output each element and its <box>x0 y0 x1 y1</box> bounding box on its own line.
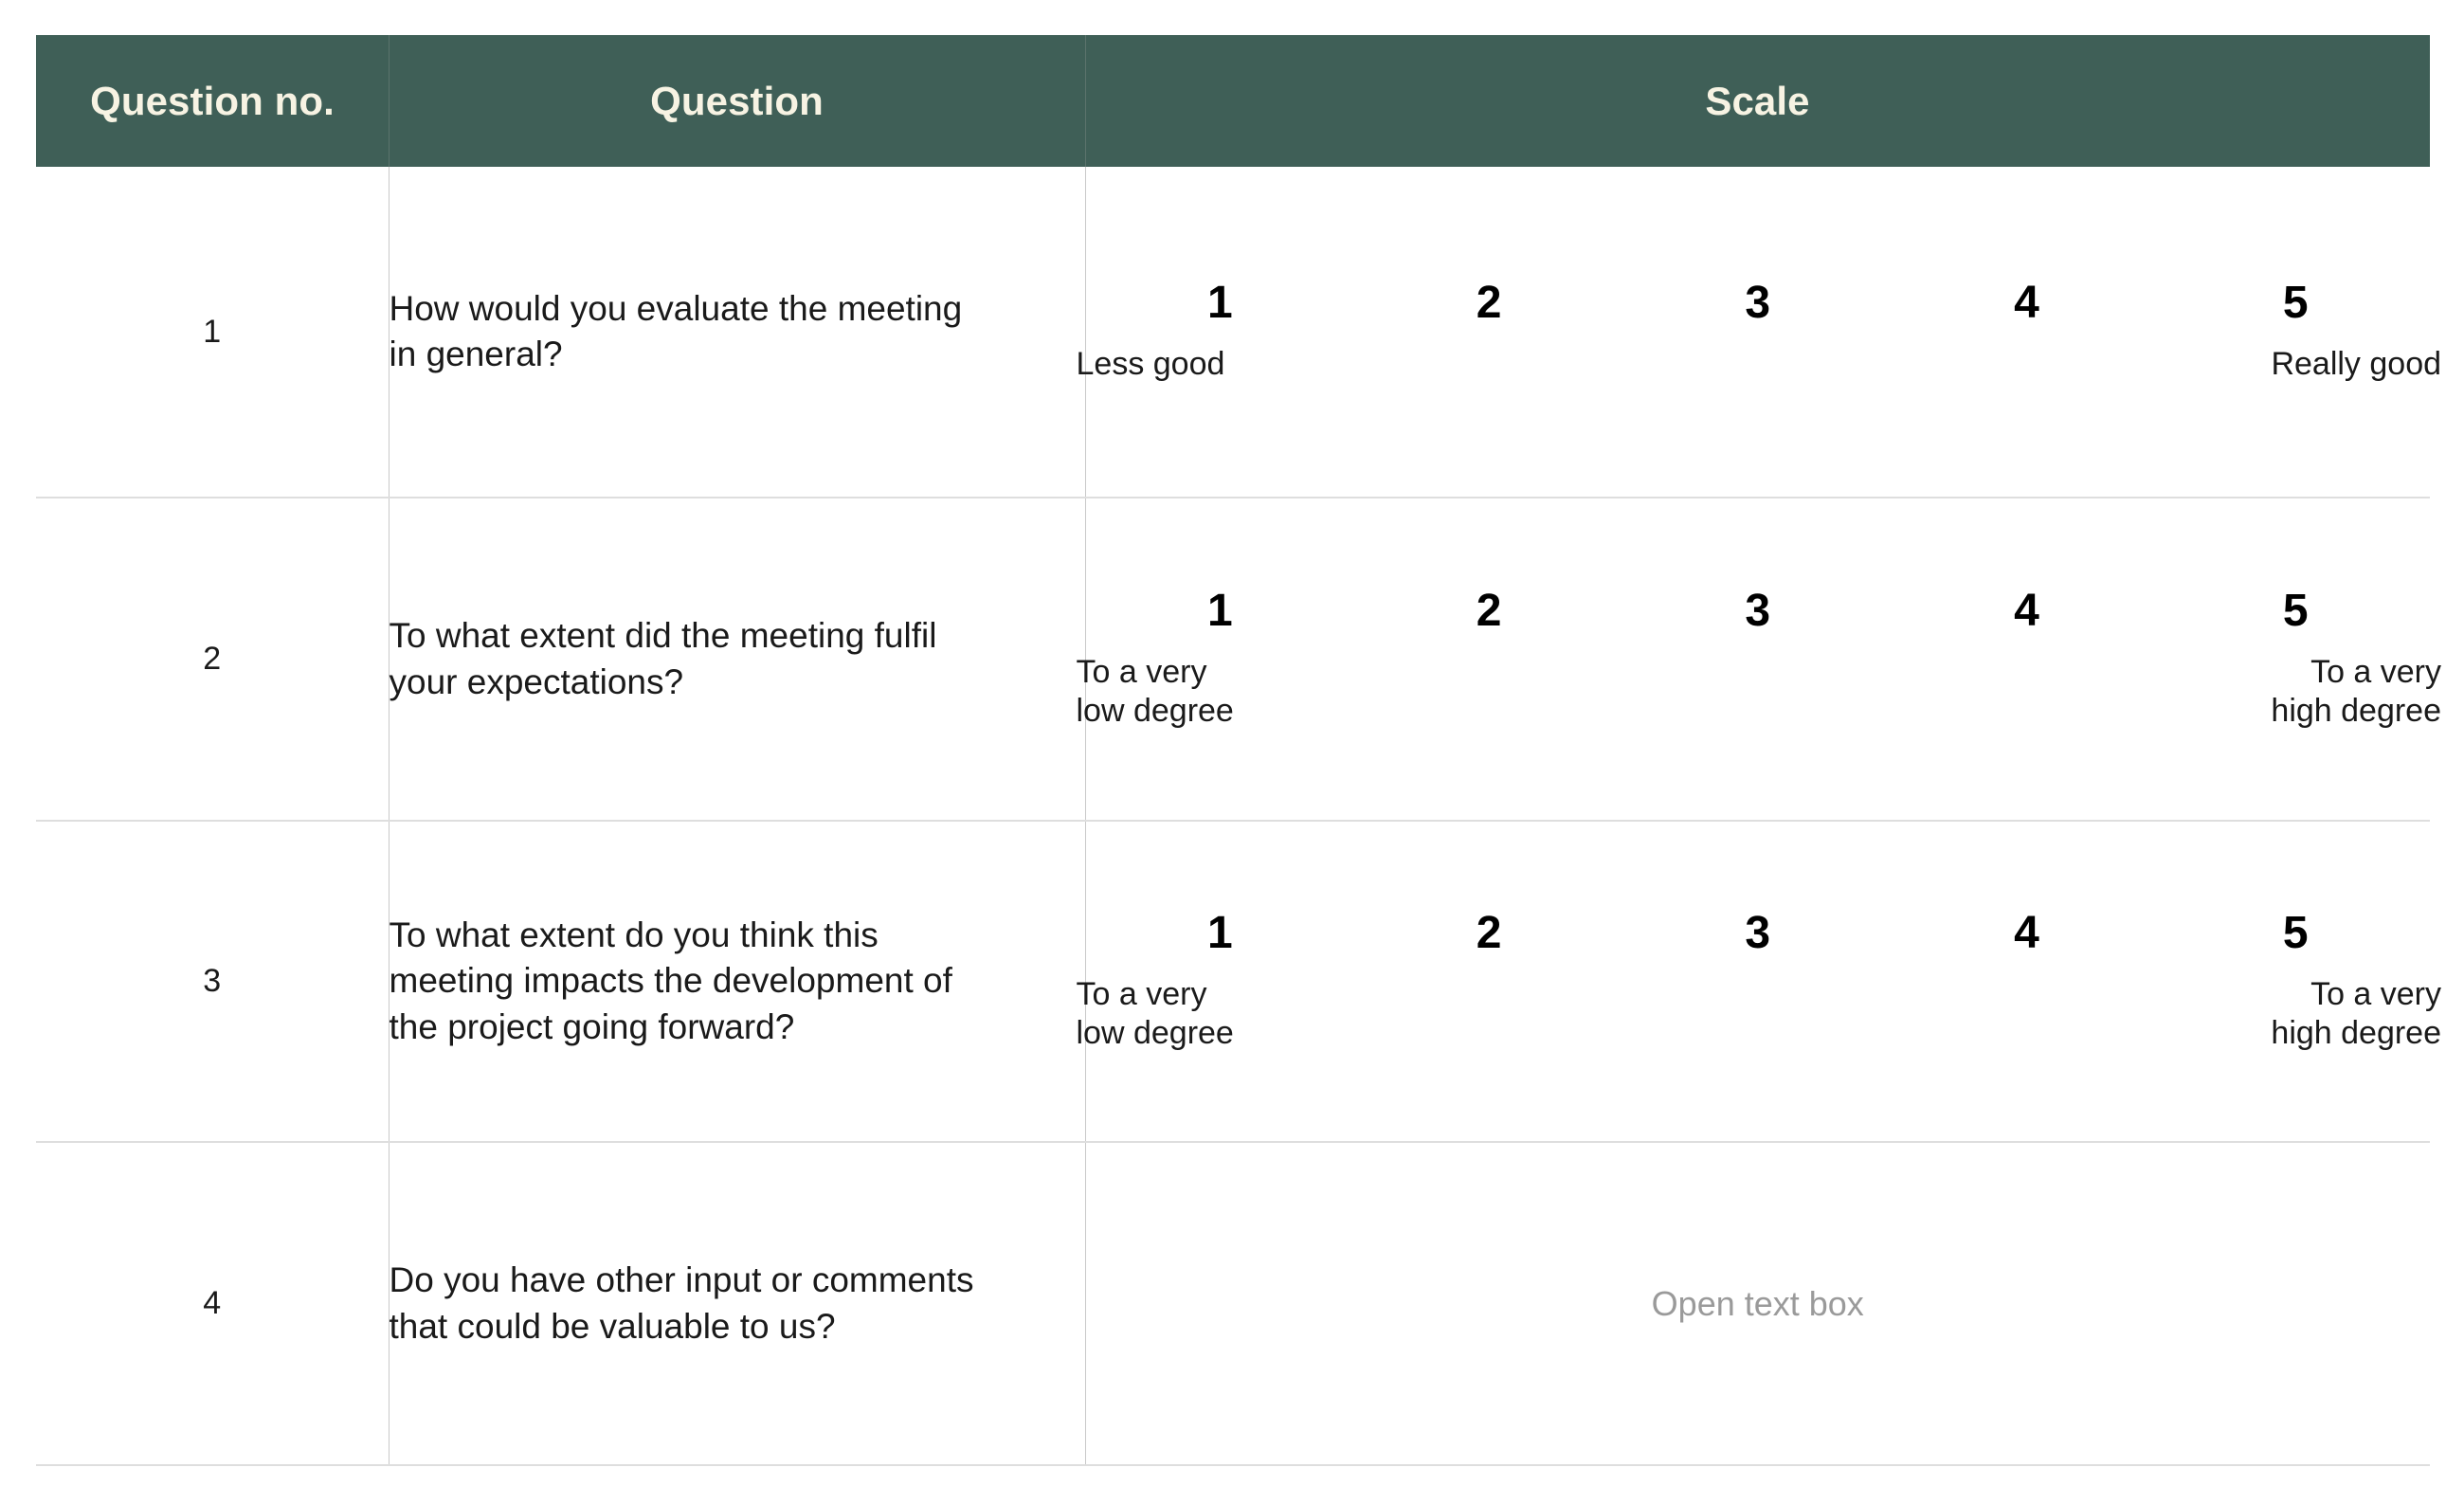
scale-anchor-high: To a very high degree <box>2161 653 2441 729</box>
table-row: 2 To what extent did the meeting fulfil yo… <box>36 498 2442 822</box>
question-text-line: the project going forward? <box>389 1006 795 1046</box>
table-row: 3 To what extent do you think this meeting… <box>36 821 2442 1143</box>
header-divider-question <box>1085 35 1086 167</box>
likert-scale: 1 Less good 2 3 4 5 Really good <box>1077 280 2442 383</box>
scale-option-number[interactable]: 4 <box>1893 280 2162 326</box>
question-number-cell: 2 <box>36 498 390 822</box>
scale-anchor-line: high degree <box>2271 1014 2442 1051</box>
table-row: 1 How would you evaluate the meeting in ge… <box>36 167 2442 498</box>
scale-anchor-line: To a very <box>2310 976 2442 1013</box>
scale-option-1[interactable]: 1 To a very low degree <box>1077 911 1355 1051</box>
scale-anchor-line: Really good <box>2271 345 2442 382</box>
scale-option-1[interactable]: 1 Less good <box>1077 280 1355 383</box>
scale-option-number[interactable]: 5 <box>2161 589 2430 634</box>
scale-anchor-line: To a very <box>1076 976 1207 1013</box>
question-number-cell: 4 <box>36 1142 390 1466</box>
scale-anchor-low: To a very low degree <box>1077 975 1355 1051</box>
scale-wrapper: 1 Less good 2 3 4 5 Really good <box>1077 167 2442 497</box>
scale-option-number[interactable]: 4 <box>1893 911 2162 956</box>
survey-table-page: Question no. Question Scale 1 How would y… <box>0 0 2464 1504</box>
scale-option-number[interactable]: 2 <box>1354 589 1623 634</box>
scale-anchor-line: low degree <box>1076 692 1234 729</box>
question-text-cell: To what extent did the meeting fulfil you… <box>389 498 1086 822</box>
scale-anchor-high: To a very high degree <box>2161 975 2441 1051</box>
question-text-line: To what extent do you think this <box>389 915 879 955</box>
scale-anchor-line: To a very <box>2310 654 2442 691</box>
scale-cell: 1 To a very low degree 2 3 4 5 To a very high… <box>1077 821 2442 1143</box>
question-text-line: in general? <box>389 335 563 373</box>
scale-option-5[interactable]: 5 To a very high degree <box>2161 589 2441 729</box>
scale-anchor-low: Less good <box>1077 345 1355 383</box>
scale-option-5[interactable]: 5 To a very high degree <box>2161 911 2441 1051</box>
scale-anchor-line: To a very <box>1076 654 1207 691</box>
question-text-line: your expectations? <box>389 661 684 701</box>
scale-option-2[interactable]: 2 <box>1354 280 1623 383</box>
scale-option-number[interactable]: 1 <box>1086 911 1355 956</box>
scale-option-2[interactable]: 2 <box>1354 589 1623 691</box>
likert-scale: 1 To a very low degree 2 3 4 5 To a very high… <box>1077 589 2442 729</box>
scale-option-number[interactable]: 5 <box>2161 911 2430 956</box>
question-text-line: that could be valuable to us? <box>389 1306 836 1346</box>
scale-option-number[interactable]: 1 <box>1086 280 1355 326</box>
scale-cell: 1 To a very low degree 2 3 4 5 To a very high… <box>1077 498 2442 822</box>
scale-option-1[interactable]: 1 To a very low degree <box>1077 589 1355 729</box>
scale-anchor-line: low degree <box>1076 1014 1234 1051</box>
scale-option-number[interactable]: 3 <box>1623 589 1893 634</box>
scale-option-number[interactable]: 2 <box>1354 911 1623 956</box>
scale-anchor-line: high degree <box>2271 692 2442 729</box>
column-header-scale: Scale <box>1085 35 2430 167</box>
scale-cell: 1 Less good 2 3 4 5 Really good <box>1077 167 2442 498</box>
scale-option-number[interactable]: 5 <box>2161 280 2430 326</box>
scale-option-number[interactable]: 2 <box>1354 280 1623 326</box>
scale-option-number[interactable]: 3 <box>1623 911 1893 956</box>
scale-anchor-high: Really good <box>2161 345 2441 383</box>
question-text-line: To what extent did the meeting fulfil <box>389 616 937 656</box>
question-text-line: meeting impacts the development of <box>389 961 952 1001</box>
scale-wrapper: Open text box <box>1086 1143 2431 1464</box>
table-header-row: Question no. Question Scale <box>36 35 2430 167</box>
scale-option-4[interactable]: 4 <box>1893 589 2162 691</box>
table-body: 1 How would you evaluate the meeting in ge… <box>36 167 2442 1466</box>
scale-option-5[interactable]: 5 Really good <box>2161 280 2441 383</box>
question-text-cell: Do you have other input or comments that … <box>389 1142 1086 1466</box>
scale-option-number[interactable]: 1 <box>1086 589 1355 634</box>
scale-wrapper: 1 To a very low degree 2 3 4 5 To a very high… <box>1077 822 2442 1141</box>
question-number-cell: 1 <box>36 167 390 498</box>
scale-option-4[interactable]: 4 <box>1893 911 2162 1013</box>
scale-option-3[interactable]: 3 <box>1623 280 1893 383</box>
scale-anchor-low: To a very low degree <box>1077 653 1355 729</box>
scale-option-4[interactable]: 4 <box>1893 280 2162 383</box>
likert-scale: 1 To a very low degree 2 3 4 5 To a very high… <box>1077 911 2442 1051</box>
question-text-line: Do you have other input or comments <box>389 1260 974 1300</box>
scale-anchor-line: Less good <box>1076 345 1225 382</box>
scale-cell: Open text box <box>1085 1142 2431 1466</box>
open-text-box[interactable]: Open text box <box>1086 1284 2431 1324</box>
scale-option-3[interactable]: 3 <box>1623 911 1893 1013</box>
question-text-cell: To what extent do you think this meeting … <box>389 821 1086 1143</box>
scale-option-2[interactable]: 2 <box>1354 911 1623 1013</box>
survey-questions-table: Question no. Question Scale 1 How would y… <box>36 35 2442 1466</box>
column-header-question: Question <box>389 35 1085 167</box>
scale-option-number[interactable]: 4 <box>1893 589 2162 634</box>
question-text-line: How would you evaluate the meeting <box>389 288 963 328</box>
question-number-cell: 3 <box>36 821 390 1143</box>
scale-option-3[interactable]: 3 <box>1623 589 1893 691</box>
scale-wrapper: 1 To a very low degree 2 3 4 5 To a very high… <box>1077 498 2442 820</box>
scale-option-number[interactable]: 3 <box>1623 280 1893 326</box>
column-header-question-no: Question no. <box>36 35 389 167</box>
question-text-cell: How would you evaluate the meeting in gen… <box>389 167 1086 498</box>
header-divider-question-no <box>389 35 390 167</box>
table-header: Question no. Question Scale <box>36 35 2430 167</box>
table-row: 4 Do you have other input or comments that… <box>36 1142 2431 1466</box>
